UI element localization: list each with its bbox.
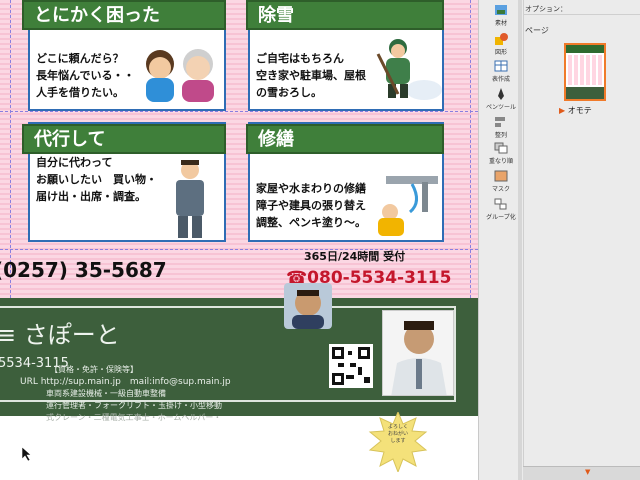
url-line: URL http://sup.main.jp mail:info@sup.mai… xyxy=(20,377,231,387)
guide-line xyxy=(0,111,478,112)
table-icon xyxy=(494,60,508,72)
guide-line xyxy=(0,249,478,250)
portrait-photo[interactable] xyxy=(382,310,454,396)
card-proxy[interactable]: 代行して 自分に代わって お願いしたい 買い物・ 届け出・出席・調査。 xyxy=(22,122,226,242)
card-text: 家屋や水まわりの修繕 障子や建具の張り替え 調整、ペンキ塗り～。 xyxy=(256,182,366,229)
panel-footer xyxy=(523,466,640,480)
qual-line: 運行管理者・フォークリフト・玉掛け・小型移動 xyxy=(46,401,222,410)
panel-divider xyxy=(523,0,524,480)
qual-line: 車両系建設機械・一級自動車整備 xyxy=(46,389,166,398)
pages-label: ページ xyxy=(525,26,549,35)
staff-photo[interactable] xyxy=(284,283,332,329)
layers-icon xyxy=(494,142,508,154)
page-thumbnail[interactable] xyxy=(564,43,606,101)
qual-header: 【資格・免許・保険等】 xyxy=(50,365,138,374)
tool-order[interactable]: 重なり順 xyxy=(482,142,520,165)
align-icon xyxy=(495,117,505,127)
right-panel: 素材 図形 表作成 ペンツール 整列 重なり順 マスク グループ化 オプション：… xyxy=(478,0,640,480)
hours-label: 365日/24時間 受付 xyxy=(304,250,406,263)
plumber-illustration xyxy=(378,176,438,236)
shapes-icon xyxy=(495,33,508,45)
options-label: オプション： xyxy=(525,5,567,13)
guide-line xyxy=(10,0,11,298)
editor-canvas[interactable]: とにかく困った どこに頼んだら？ 長年悩んでいる・・ 人手を借りたい。 除雪 ご… xyxy=(0,0,478,480)
snow-shoveling-illustration xyxy=(376,39,442,100)
company-name: ≡ さぽーと xyxy=(0,321,120,349)
card-text: どこに頼んだら？ 長年悩んでいる・・ 人手を借りたい。 xyxy=(36,52,135,99)
page-name-row[interactable]: ▶ オモテ xyxy=(559,105,592,116)
card-title: 除雪 xyxy=(246,0,444,30)
panel-divider xyxy=(523,14,640,15)
guide-line xyxy=(470,0,471,298)
card-text: 自分に代わって お願いしたい 買い物・ 届け出・出席・調査。 xyxy=(36,156,157,203)
mask-icon xyxy=(494,170,508,182)
card-text: ご自宅はもちろん 空き家や駐車場、屋根 の雪おろし。 xyxy=(256,52,366,99)
pen-icon xyxy=(498,88,504,100)
tool-group[interactable]: グループ化 xyxy=(482,198,520,221)
qr-code[interactable] xyxy=(329,344,373,388)
tool-align[interactable]: 整列 xyxy=(482,116,520,139)
card-title: とにかく困った xyxy=(22,0,226,30)
card-snow-removal[interactable]: 除雪 ご自宅はもちろん 空き家や駐車場、屋根 の雪おろし。 xyxy=(246,0,444,111)
mouse-cursor-icon xyxy=(22,447,32,461)
worried-couple-illustration xyxy=(146,49,214,102)
card-title: 代行して xyxy=(22,124,226,154)
tool-mask[interactable]: マスク xyxy=(482,170,520,193)
tool-shape[interactable]: 図形 xyxy=(482,33,520,56)
phone-main: (0257) 35-5687 xyxy=(0,258,167,282)
qr-code-icon xyxy=(332,347,370,385)
tool-pen[interactable]: ペンツール xyxy=(482,88,520,111)
triangle-down-icon[interactable]: ▼ xyxy=(585,468,590,476)
badge-text: よろしく おねがい します xyxy=(387,424,408,444)
card-repair[interactable]: 修繕 家屋や水まわりの修繕 障子や建具の張り替え 調整、ペンキ塗り～。 xyxy=(246,122,444,242)
qual-line: 式クレーン・二種電気工事士・ホームヘルパー・ xyxy=(46,413,222,422)
vertical-scrollbar[interactable] xyxy=(518,0,522,480)
phone-area-code: (0257) 35-5687 xyxy=(0,255,167,285)
person-photo-icon xyxy=(292,290,324,329)
businessman-illustration xyxy=(176,160,204,238)
tool-material[interactable]: 素材 xyxy=(482,4,520,27)
triangle-right-icon: ▶ xyxy=(559,106,566,115)
image-icon xyxy=(495,5,507,15)
card-title: 修繕 xyxy=(246,124,444,154)
tool-table[interactable]: 表作成 xyxy=(482,60,520,83)
portrait-icon xyxy=(383,311,453,395)
group-icon xyxy=(494,198,507,210)
card-troubled[interactable]: とにかく困った どこに頼んだら？ 長年悩んでいる・・ 人手を借りたい。 xyxy=(22,0,226,111)
